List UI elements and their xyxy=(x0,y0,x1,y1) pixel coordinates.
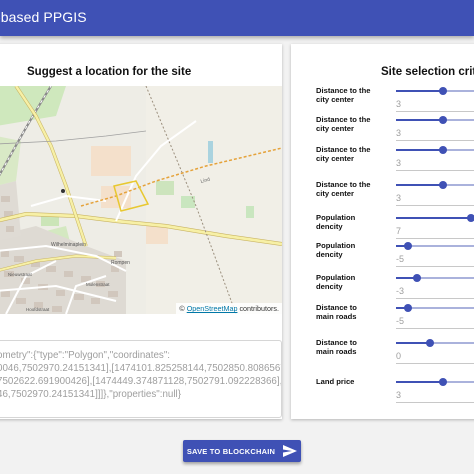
criterion-value[interactable]: 3 xyxy=(396,193,401,203)
criterion-value[interactable]: -3 xyxy=(396,286,404,296)
map-attribution: © OpenStreetMap contributors. xyxy=(176,303,282,314)
slider-fill xyxy=(396,90,443,92)
criterion-slider[interactable] xyxy=(396,116,474,124)
send-icon xyxy=(283,445,298,457)
map-view[interactable]: Wilhelminaplein Rompen Nieuwstraat Molen… xyxy=(0,86,282,314)
criteria-panel-title: Site selection criteri xyxy=(381,66,474,78)
criterion-label: Population dencity xyxy=(316,213,356,231)
criterion-value-underline xyxy=(396,266,474,267)
slider-thumb[interactable] xyxy=(438,181,447,189)
criterion-value[interactable]: 3 xyxy=(396,128,401,138)
criterion-slider[interactable] xyxy=(396,242,474,250)
criterion-value-underline xyxy=(396,170,474,171)
save-button-label: SAVE TO BLOCKCHAIN xyxy=(186,446,276,456)
criterion-value[interactable]: 7 xyxy=(396,226,401,236)
map-label: Rompen xyxy=(111,260,130,266)
criterion-value[interactable]: 3 xyxy=(396,390,401,400)
slider-thumb[interactable] xyxy=(438,146,447,154)
criterion-value-underline xyxy=(396,111,474,112)
criterion-value-underline xyxy=(396,363,474,364)
slider-thumb[interactable] xyxy=(413,274,422,282)
slider-fill xyxy=(396,184,443,186)
slider-fill xyxy=(396,342,431,344)
criterion-value[interactable]: -5 xyxy=(396,316,404,326)
criterion-label: Population dencity xyxy=(316,241,356,259)
location-panel-title: Suggest a location for the site xyxy=(27,66,192,78)
slider-fill xyxy=(396,119,443,121)
openstreetmap-link[interactable]: OpenStreetMap xyxy=(187,304,238,313)
criterion-value-underline xyxy=(396,205,474,206)
criterion-label: Land price xyxy=(316,377,355,386)
criterion-label: Distance to the city center xyxy=(316,115,371,133)
criterion-label: Distance to the city center xyxy=(316,86,371,104)
criterion-value[interactable]: 3 xyxy=(396,99,401,109)
criterion-slider[interactable] xyxy=(396,304,474,312)
criterion-value-underline xyxy=(396,402,474,403)
criterion-value-underline xyxy=(396,238,474,239)
slider-thumb[interactable] xyxy=(438,87,447,95)
map-canvas[interactable]: Wilhelminaplein Rompen Nieuwstraat Molen… xyxy=(0,86,282,314)
map-label: Molenstraat xyxy=(86,282,110,287)
criterion-slider[interactable] xyxy=(396,87,474,95)
criterion-slider[interactable] xyxy=(396,146,474,154)
criterion-slider[interactable] xyxy=(396,378,474,386)
criterion-value[interactable]: 3 xyxy=(396,158,401,168)
slider-thumb[interactable] xyxy=(438,378,447,386)
geojson-output[interactable]: ometry":{"type":"Polygon","coordinates":… xyxy=(0,340,282,418)
app-title: -based PPGIS xyxy=(0,9,87,25)
criterion-slider[interactable] xyxy=(396,214,474,222)
criterion-slider[interactable] xyxy=(396,181,474,189)
save-to-blockchain-button[interactable]: SAVE TO BLOCKCHAIN xyxy=(183,440,301,462)
slider-fill xyxy=(396,149,443,151)
slider-thumb[interactable] xyxy=(438,116,447,124)
app-bar: -based PPGIS xyxy=(0,0,474,36)
criterion-label: Distance to main roads xyxy=(316,303,357,321)
slider-thumb[interactable] xyxy=(466,214,474,222)
geojson-text: ometry":{"type":"Polygon","coordinates":… xyxy=(0,350,282,400)
map-label: Nieuwstraat xyxy=(8,272,33,277)
slider-fill xyxy=(396,217,471,219)
criterion-value-underline xyxy=(396,298,474,299)
criterion-label: Distance to the city center xyxy=(316,145,371,163)
criterion-label: Distance to main roads xyxy=(316,338,357,356)
criterion-label: Population dencity xyxy=(316,273,356,291)
criterion-value-underline xyxy=(396,140,474,141)
criterion-value[interactable]: 0 xyxy=(396,351,401,361)
map-label: Wilhelminaplein xyxy=(51,242,86,248)
slider-fill xyxy=(396,381,443,383)
criterion-label: Distance to the city center xyxy=(316,180,371,198)
criterion-value-underline xyxy=(396,328,474,329)
criterion-slider[interactable] xyxy=(396,339,474,347)
criterion-value[interactable]: -5 xyxy=(396,254,404,264)
map-label: Hoofdstraat xyxy=(26,307,50,312)
criterion-slider[interactable] xyxy=(396,274,474,282)
